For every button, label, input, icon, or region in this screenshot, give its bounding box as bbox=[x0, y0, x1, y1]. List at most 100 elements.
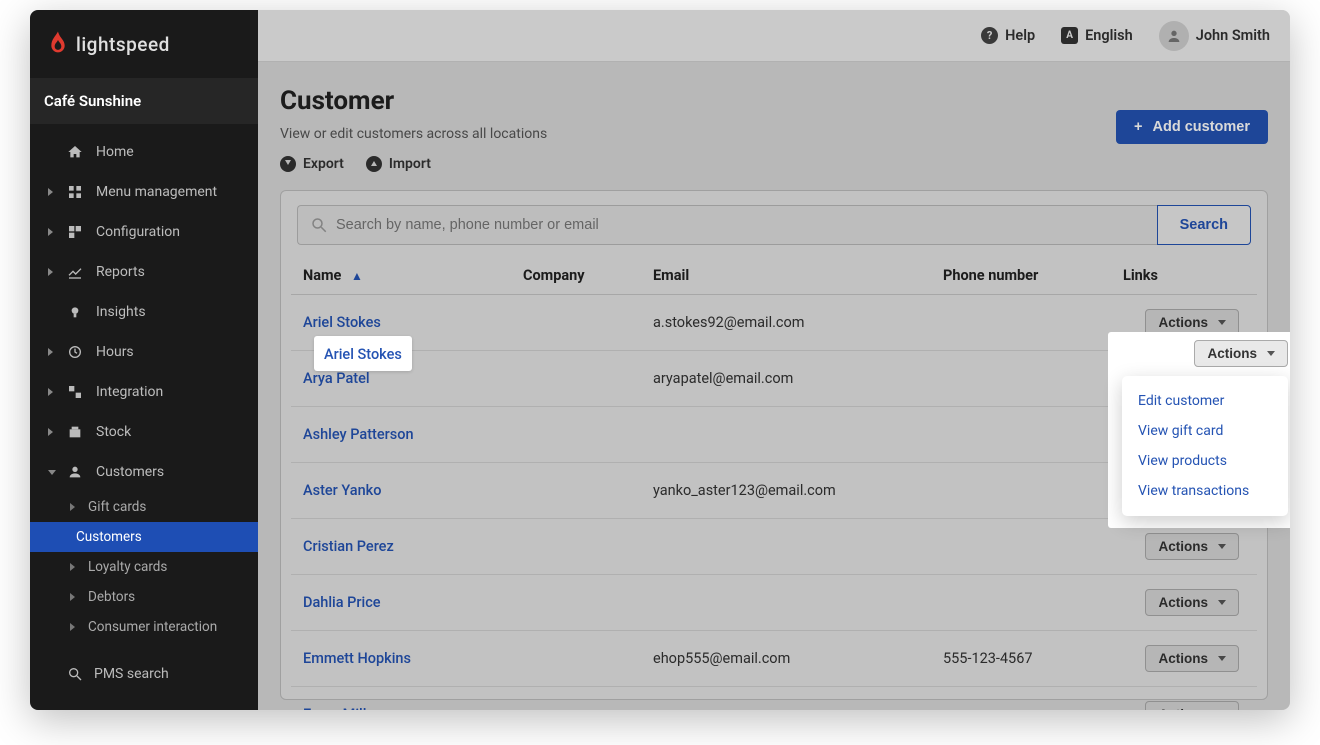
table-row: Dahlia Price Actions bbox=[291, 575, 1257, 631]
customer-link[interactable]: Ashley Patterson bbox=[303, 426, 414, 443]
subnav-gift-cards[interactable]: Gift cards bbox=[30, 492, 258, 522]
home-icon bbox=[66, 143, 84, 161]
cell-phone bbox=[931, 351, 1111, 407]
search-box bbox=[297, 205, 1157, 245]
search-icon bbox=[66, 665, 84, 683]
highlight-selected-name: Ariel Stokes bbox=[314, 336, 412, 371]
caret-down-icon bbox=[1218, 600, 1226, 605]
actions-label: Actions bbox=[1158, 539, 1208, 554]
caret-right-icon bbox=[48, 228, 53, 236]
insights-icon bbox=[66, 303, 84, 321]
actions-label: Actions bbox=[1158, 707, 1208, 710]
col-email[interactable]: Email bbox=[641, 257, 931, 295]
sidebar-item-hours[interactable]: Hours bbox=[30, 332, 258, 372]
row-actions-button[interactable]: Actions bbox=[1145, 533, 1239, 560]
subnav-label: Debtors bbox=[88, 589, 135, 605]
cell-company bbox=[511, 463, 641, 519]
page-header: Customer View or edit customers across a… bbox=[280, 86, 1268, 172]
caret-down-icon bbox=[48, 470, 56, 475]
row-actions-button[interactable]: Actions bbox=[1145, 589, 1239, 616]
customer-link[interactable]: Arya Patel bbox=[303, 370, 370, 387]
caret-down-icon bbox=[1267, 351, 1275, 356]
col-name[interactable]: Name ▲ bbox=[291, 257, 511, 295]
page-subtitle: View or edit customers across all locati… bbox=[280, 126, 547, 142]
sidebar-item-label: Home bbox=[96, 144, 134, 160]
cell-company bbox=[511, 575, 641, 631]
sidebar: lightspeed Café Sunshine Home bbox=[30, 10, 258, 710]
customer-link[interactable]: Aster Yanko bbox=[303, 482, 381, 499]
caret-right-icon bbox=[70, 563, 75, 571]
integration-icon bbox=[66, 383, 84, 401]
row-actions-button[interactable]: Actions bbox=[1145, 701, 1239, 710]
action-edit-customer[interactable]: Edit customer bbox=[1122, 386, 1288, 416]
help-icon: ? bbox=[981, 27, 998, 44]
subnav-debtors[interactable]: Debtors bbox=[30, 582, 258, 612]
sidebar-item-label: Stock bbox=[96, 424, 131, 440]
sidebar-item-reports[interactable]: Reports bbox=[30, 252, 258, 292]
caret-right-icon bbox=[70, 593, 75, 601]
cell-company bbox=[511, 687, 641, 711]
brand-logo[interactable]: lightspeed bbox=[30, 10, 258, 78]
sidebar-item-menu-management[interactable]: Menu management bbox=[30, 172, 258, 212]
cell-email: yanko_aster123@email.com bbox=[641, 463, 931, 519]
row-actions-button[interactable]: Actions bbox=[1145, 645, 1239, 672]
cell-company bbox=[511, 407, 641, 463]
language-selector[interactable]: A English bbox=[1061, 27, 1133, 44]
subnav-consumer-interaction[interactable]: Consumer interaction bbox=[30, 612, 258, 642]
sidebar-item-configuration[interactable]: Configuration bbox=[30, 212, 258, 252]
caret-right-icon bbox=[48, 348, 53, 356]
row-actions-button-open[interactable]: Actions bbox=[1194, 340, 1288, 367]
sidebar-item-home[interactable]: Home bbox=[30, 132, 258, 172]
cell-email bbox=[641, 407, 931, 463]
customer-link[interactable]: Ariel Stokes bbox=[303, 314, 381, 331]
customers-icon bbox=[66, 463, 84, 481]
cell-phone bbox=[931, 519, 1111, 575]
sidebar-item-label: Menu management bbox=[96, 184, 217, 200]
table-row: Emmett Hopkinsehop555@email.com555-123-4… bbox=[291, 631, 1257, 687]
actions-dropdown: Edit customer View gift card View produc… bbox=[1122, 376, 1288, 516]
sidebar-item-integration[interactable]: Integration bbox=[30, 372, 258, 412]
export-button[interactable]: Export bbox=[280, 156, 344, 172]
add-customer-button[interactable]: + Add customer bbox=[1116, 110, 1268, 144]
sidebar-item-stock[interactable]: Stock bbox=[30, 412, 258, 452]
action-view-transactions[interactable]: View transactions bbox=[1122, 476, 1288, 506]
sidebar-item-label: Insights bbox=[96, 304, 146, 320]
cell-phone: 555-123-4567 bbox=[931, 631, 1111, 687]
col-company[interactable]: Company bbox=[511, 257, 641, 295]
config-icon bbox=[66, 223, 84, 241]
menu-icon bbox=[66, 183, 84, 201]
action-view-products[interactable]: View products bbox=[1122, 446, 1288, 476]
subnav-customers[interactable]: Customers bbox=[30, 522, 258, 552]
actions-label: Actions bbox=[1158, 315, 1208, 330]
customer-link[interactable]: Dahlia Price bbox=[303, 594, 381, 611]
customer-link[interactable]: Ariel Stokes bbox=[324, 346, 402, 363]
sort-asc-icon: ▲ bbox=[351, 269, 363, 283]
customer-link[interactable]: Esme Miller bbox=[303, 706, 379, 710]
sidebar-item-insights[interactable]: Insights bbox=[30, 292, 258, 332]
actions-label: Actions bbox=[1207, 346, 1257, 361]
col-links: Links bbox=[1111, 257, 1257, 295]
user-menu[interactable]: John Smith bbox=[1159, 21, 1270, 51]
help-link[interactable]: ? Help bbox=[981, 27, 1035, 44]
topbar: ? Help A English John Smith bbox=[258, 10, 1290, 62]
customer-link[interactable]: Cristian Perez bbox=[303, 538, 394, 555]
search-input[interactable] bbox=[336, 217, 1145, 233]
search-button[interactable]: Search bbox=[1157, 205, 1251, 245]
caret-right-icon bbox=[48, 428, 53, 436]
sidebar-item-label: Hours bbox=[96, 344, 134, 360]
add-customer-label: Add customer bbox=[1153, 119, 1251, 135]
sidebar-subnav-customers: Gift cards Customers Loyalty cards Debto… bbox=[30, 492, 258, 642]
cell-email: a.stokes92@email.com bbox=[641, 295, 931, 351]
cell-phone bbox=[931, 295, 1111, 351]
action-view-gift-card[interactable]: View gift card bbox=[1122, 416, 1288, 446]
subnav-loyalty-cards[interactable]: Loyalty cards bbox=[30, 552, 258, 582]
sidebar-pms-search[interactable]: PMS search bbox=[30, 656, 258, 692]
sidebar-item-customers[interactable]: Customers bbox=[30, 452, 258, 492]
col-phone[interactable]: Phone number bbox=[931, 257, 1111, 295]
cell-actions: Actions bbox=[1111, 575, 1257, 631]
import-button[interactable]: Import bbox=[366, 156, 431, 172]
tenant-name[interactable]: Café Sunshine bbox=[30, 78, 258, 124]
language-icon: A bbox=[1061, 27, 1078, 44]
stock-icon bbox=[66, 423, 84, 441]
customer-link[interactable]: Emmett Hopkins bbox=[303, 650, 411, 667]
